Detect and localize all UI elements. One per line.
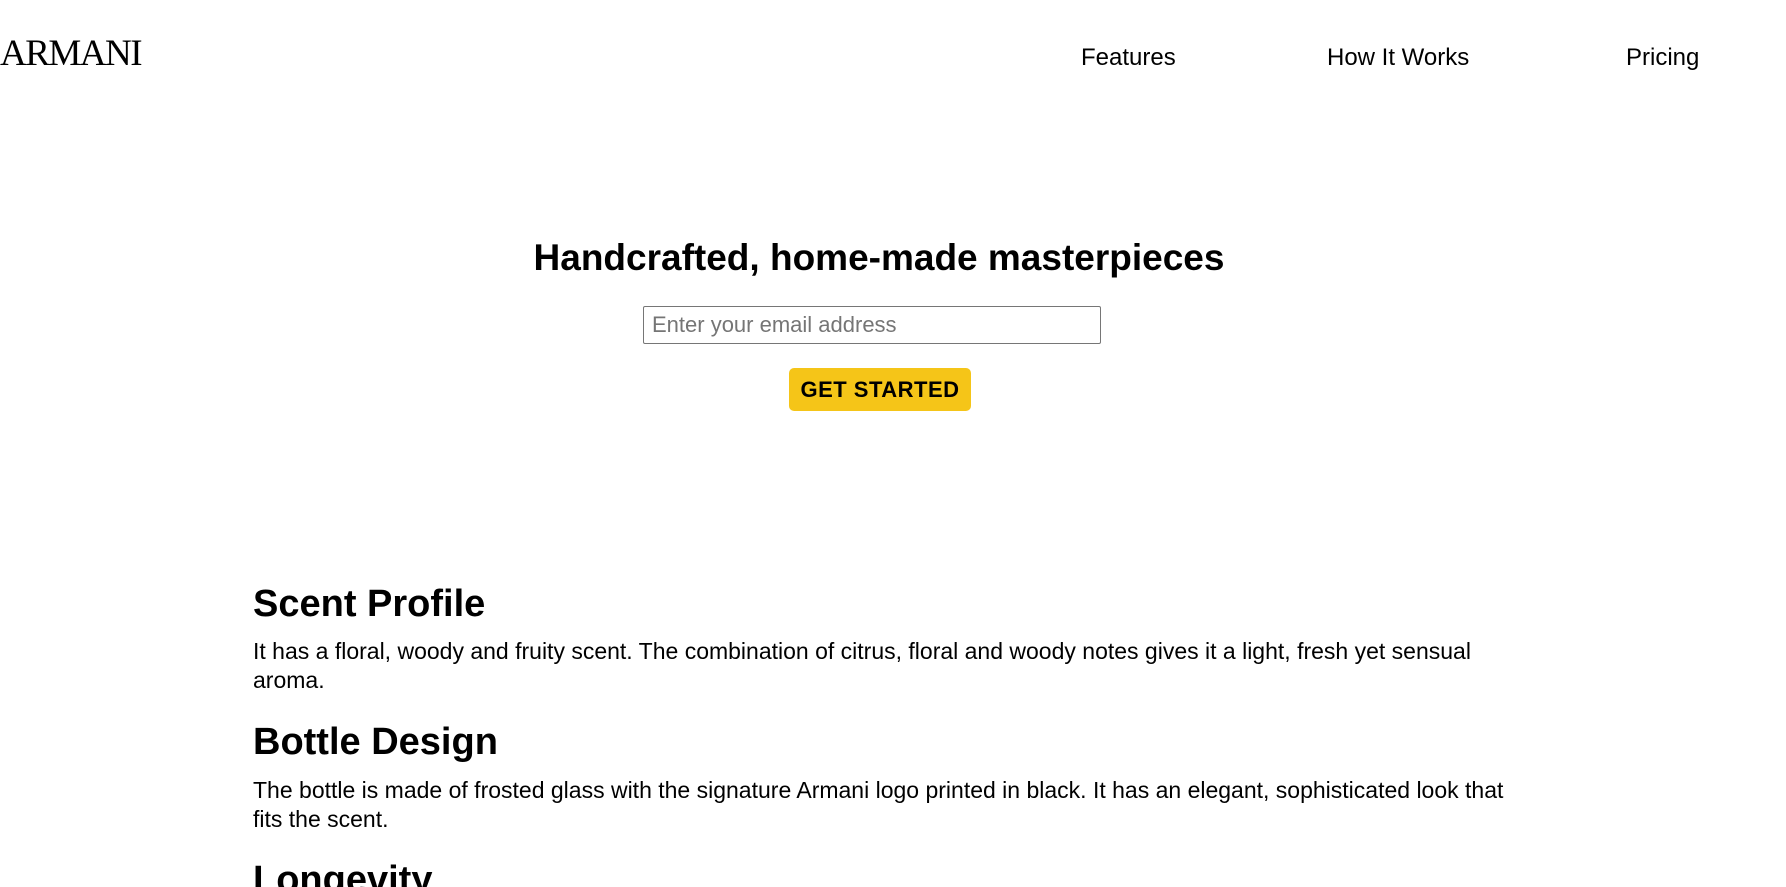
landing-page: ARMANI Features How It Works Pricing Han… [0,0,1786,887]
nav-link-pricing[interactable]: Pricing [1626,44,1699,72]
email-input[interactable] [643,306,1101,344]
scent-profile-text: It has a floral, woody and fruity scent.… [253,638,1471,693]
bottle-design-text: The bottle is made of frosted glass with… [253,777,1504,832]
get-started-button[interactable]: GET STARTED [789,368,971,411]
scent-profile-heading: Scent Profile [253,583,486,625]
nav-link-features[interactable]: Features [1081,44,1176,72]
nav-link-how-it-works[interactable]: How It Works [1327,44,1469,72]
hero-title: Handcrafted, home-made masterpieces [533,237,1225,278]
armani-logo[interactable]: ARMANI [0,34,143,74]
bottle-design-heading: Bottle Design [253,721,498,763]
longevity-heading: Longevity [253,859,433,887]
site-header: ARMANI Features How It Works Pricing [0,0,1786,115]
